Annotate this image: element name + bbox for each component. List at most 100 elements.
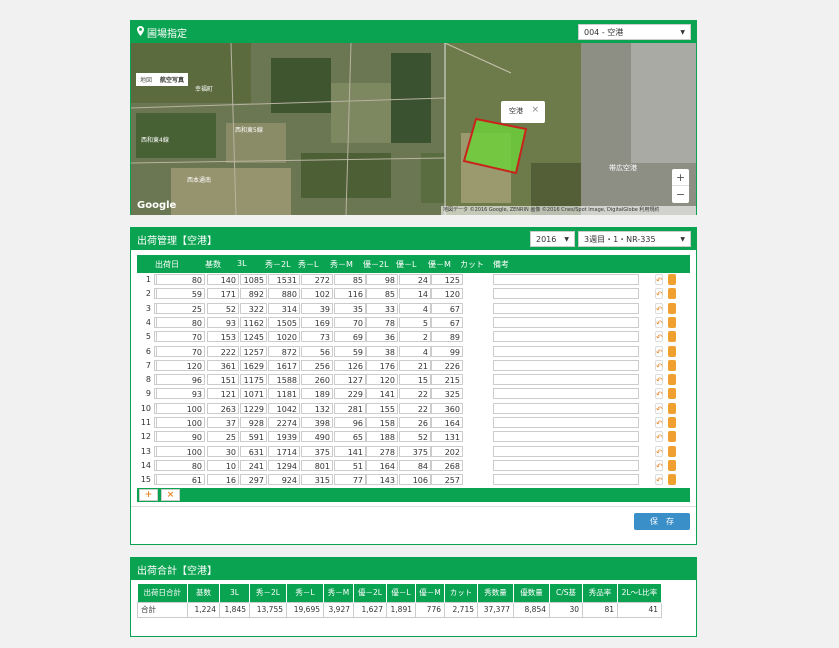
value-input[interactable]: 56 [301,345,333,357]
value-input[interactable]: 80 [156,316,205,328]
undo-icon[interactable]: ↶ [655,302,663,314]
value-input[interactable]: 158 [366,417,398,428]
value-input[interactable]: 164 [366,459,398,471]
value-input[interactable]: 120 [156,359,205,371]
value-input[interactable]: 21 [399,359,431,371]
value-input[interactable]: 176 [366,359,398,371]
value-input[interactable]: 872 [268,345,300,357]
value-input[interactable]: 215 [431,374,463,386]
value-input[interactable]: 140 [207,274,239,285]
value-input[interactable]: 35 [334,302,366,314]
note-input[interactable] [493,431,639,443]
value-input[interactable]: 120 [431,288,463,300]
value-input[interactable]: 61 [156,474,205,486]
field-map[interactable]: 地図 航空写真 幸福町 西和東4線 西和東5線 西本通南 帯広空港 空港 × G… [131,43,696,215]
value-input[interactable]: 85 [366,288,398,300]
value-input[interactable]: 5 [399,316,431,328]
value-input[interactable]: 93 [207,316,239,328]
value-input[interactable]: 189 [301,388,333,400]
value-input[interactable]: 1085 [240,274,267,285]
trash-icon[interactable] [668,359,676,371]
value-input[interactable]: 100 [156,417,205,428]
undo-icon[interactable]: ↶ [655,316,663,328]
value-input[interactable]: 80 [156,459,205,471]
value-input[interactable]: 4 [399,345,431,357]
trash-icon[interactable] [668,302,676,314]
value-input[interactable]: 59 [334,345,366,357]
value-input[interactable]: 143 [366,474,398,486]
note-input[interactable] [493,359,639,371]
value-input[interactable]: 1162 [240,316,267,328]
trash-icon[interactable] [668,331,676,343]
note-input[interactable] [493,345,639,357]
value-input[interactable]: 490 [301,431,333,443]
value-input[interactable]: 1531 [268,274,300,285]
value-input[interactable]: 93 [156,388,205,400]
value-input[interactable]: 84 [399,459,431,471]
undo-icon[interactable]: ↶ [655,345,663,357]
value-input[interactable]: 1939 [268,431,300,443]
value-input[interactable]: 1071 [240,388,267,400]
value-input[interactable]: 89 [431,331,463,343]
value-input[interactable]: 96 [334,417,366,428]
value-input[interactable]: 375 [301,445,333,457]
value-input[interactable]: 78 [366,316,398,328]
value-input[interactable]: 155 [366,402,398,414]
trash-icon[interactable] [668,445,676,457]
value-input[interactable]: 801 [301,459,333,471]
value-input[interactable]: 120 [366,374,398,386]
value-input[interactable]: 125 [431,274,463,285]
value-input[interactable]: 132 [301,402,333,414]
note-input[interactable] [493,331,639,343]
note-input[interactable] [493,302,639,314]
value-input[interactable]: 1617 [268,359,300,371]
value-input[interactable]: 892 [240,288,267,300]
value-input[interactable]: 70 [156,345,205,357]
value-input[interactable]: 100 [156,402,205,414]
zoom-in-button[interactable]: + [672,169,689,186]
undo-icon[interactable]: ↶ [655,388,663,400]
value-input[interactable]: 226 [431,359,463,371]
value-input[interactable]: 1181 [268,388,300,400]
value-input[interactable]: 268 [431,459,463,471]
value-input[interactable]: 360 [431,402,463,414]
value-input[interactable]: 14 [399,288,431,300]
trash-icon[interactable] [668,474,676,486]
value-input[interactable]: 361 [207,359,239,371]
value-input[interactable]: 36 [366,331,398,343]
value-input[interactable]: 10 [207,459,239,471]
map-tab-map[interactable]: 地図 [136,73,156,86]
value-input[interactable]: 33 [366,302,398,314]
value-input[interactable]: 22 [399,402,431,414]
value-input[interactable]: 65 [334,431,366,443]
note-input[interactable] [493,374,639,386]
value-input[interactable]: 591 [240,431,267,443]
value-input[interactable]: 375 [399,445,431,457]
value-input[interactable]: 241 [240,459,267,471]
value-input[interactable]: 631 [240,445,267,457]
trash-icon[interactable] [668,288,676,300]
undo-icon[interactable]: ↶ [655,417,663,428]
value-input[interactable]: 141 [334,445,366,457]
value-input[interactable]: 98 [366,274,398,285]
value-input[interactable]: 39 [301,302,333,314]
value-input[interactable]: 2274 [268,417,300,428]
value-input[interactable]: 69 [334,331,366,343]
value-input[interactable]: 153 [207,331,239,343]
value-input[interactable]: 121 [207,388,239,400]
trash-icon[interactable] [668,388,676,400]
value-input[interactable]: 106 [399,474,431,486]
value-input[interactable]: 96 [156,374,205,386]
note-input[interactable] [493,388,639,400]
value-input[interactable]: 151 [207,374,239,386]
trash-icon[interactable] [668,417,676,428]
value-input[interactable]: 260 [301,374,333,386]
value-input[interactable]: 100 [156,445,205,457]
add-row-button[interactable]: + [139,489,158,501]
value-input[interactable]: 52 [207,302,239,314]
value-input[interactable]: 171 [207,288,239,300]
value-input[interactable]: 141 [366,388,398,400]
value-input[interactable]: 924 [268,474,300,486]
undo-icon[interactable]: ↶ [655,445,663,457]
value-input[interactable]: 1175 [240,374,267,386]
